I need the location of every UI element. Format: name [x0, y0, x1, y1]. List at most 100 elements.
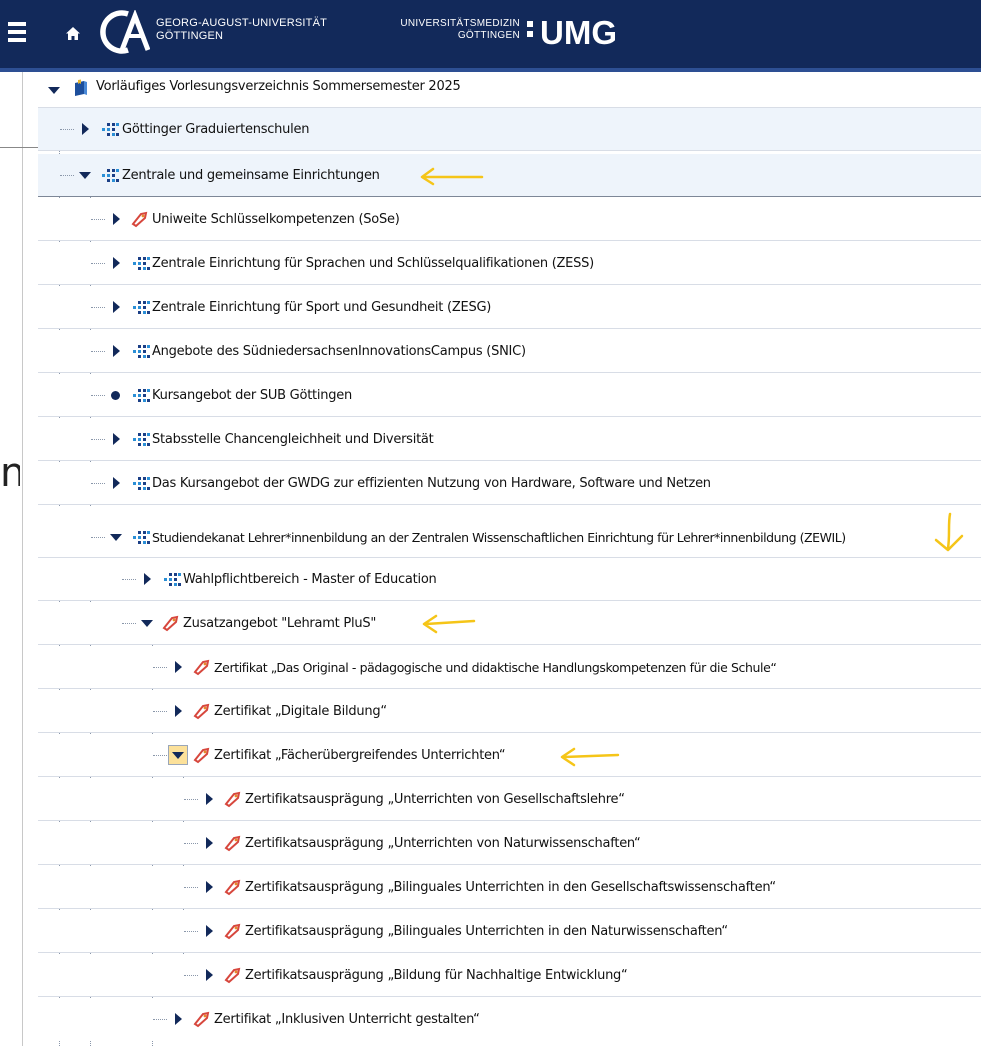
hamburger-menu-icon[interactable]	[8, 22, 26, 44]
tree-node-label[interactable]: Angebote des SüdniedersachsenInnovations…	[152, 330, 526, 373]
chevron-right-icon[interactable]	[106, 297, 126, 317]
tree-guide-line	[153, 667, 167, 668]
tree-row[interactable]: Zentrale Einrichtung für Sport und Gesun…	[38, 286, 981, 329]
home-icon[interactable]	[64, 25, 82, 43]
tree-row[interactable]: Zertifikat „Inklusiven Unterricht gestal…	[38, 998, 981, 1041]
tree-row[interactable]: Zertifikatsausprägung „Bildung für Nachh…	[38, 954, 981, 997]
tree-node-label[interactable]: Zertifikatsausprägung „Bilinguales Unter…	[245, 866, 776, 909]
chevron-down-icon[interactable]	[44, 80, 64, 100]
chevron-down-icon[interactable]	[137, 613, 157, 633]
tree-guide-line	[91, 307, 105, 308]
tree-node-label[interactable]: Vorläufiges Vorlesungsverzeichnis Sommer…	[96, 72, 461, 108]
tree-row[interactable]: Zertifikatsausprägung „Bilinguales Unter…	[38, 910, 981, 953]
institution-dots-icon	[164, 573, 181, 586]
tree-node-label[interactable]: Das Kursangebot der GWDG zur effizienten…	[152, 462, 711, 505]
tree-row[interactable]: Angebote des SüdniedersachsenInnovations…	[38, 330, 981, 373]
tree-node-label[interactable]: Zertifikat „Fächerübergreifendes Unterri…	[214, 734, 506, 777]
chevron-right-icon[interactable]	[168, 657, 188, 677]
course-catalog-tree: Vorläufiges Vorlesungsverzeichnis Sommer…	[38, 72, 981, 1046]
tree-guide-line	[184, 843, 198, 844]
tree-guide-line	[153, 711, 167, 712]
chevron-right-icon[interactable]	[168, 1009, 188, 1029]
tree-row[interactable]: Das Kursangebot der GWDG zur effizienten…	[38, 462, 981, 505]
tree-node-label[interactable]: Zertifikatsausprägung „Bilinguales Unter…	[245, 910, 728, 953]
umg-logo-dots-icon	[527, 21, 537, 47]
institution-dots-icon	[133, 531, 150, 544]
tree-row[interactable]: Zentrale Einrichtung für Sprachen und Sc…	[38, 242, 981, 285]
tree-row[interactable]: Wahlpflichtbereich - Master of Education	[38, 558, 981, 601]
tree-row[interactable]: Studiendekanat Lehrer*innenbildung an de…	[38, 506, 981, 558]
chevron-right-icon[interactable]	[106, 253, 126, 273]
tree-guide-line	[91, 219, 105, 220]
tree-node-label[interactable]: Wahlpflichtbereich - Master of Education	[183, 558, 437, 601]
university-logo-icon[interactable]	[98, 10, 150, 54]
tree-row[interactable]: Zertifikatsausprägung „Unterrichten von …	[38, 822, 981, 865]
chevron-down-icon[interactable]	[168, 745, 188, 765]
umg-logo[interactable]: UMG	[540, 14, 617, 52]
tree-row[interactable]: Zentrale und gemeinsame Einrichtungen	[38, 154, 981, 197]
tree-node-label[interactable]: Zertifikat „Digitale Bildung“	[214, 690, 387, 733]
tree-row[interactable]: Zertifikatsausprägung „Unterrichten von …	[38, 778, 981, 821]
tree-node-label[interactable]: Zusatzangebot "Lehramt PluS"	[183, 602, 376, 645]
tree-node-label[interactable]: Zentrale und gemeinsame Einrichtungen	[122, 154, 380, 197]
tree-row-selected[interactable]: Zertifikat „Fächerübergreifendes Unterri…	[38, 734, 981, 777]
tree-row[interactable]: Zertifikat „Das Original - pädagogische …	[38, 646, 981, 689]
chevron-right-icon[interactable]	[106, 473, 126, 493]
university-name-line1: GEORG-AUGUST-UNIVERSITÄT	[156, 17, 328, 29]
tree-node-label[interactable]: Stabsstelle Chancengleichheit und Divers…	[152, 418, 434, 461]
tree-node-label[interactable]: Zentrale Einrichtung für Sport und Gesun…	[152, 286, 491, 329]
tree-node-label[interactable]: Uniweite Schlüsselkompetenzen (SoSe)	[152, 198, 400, 241]
tree-guide-line	[153, 755, 167, 756]
module-tag-icon	[131, 211, 148, 228]
umg-name-line2: GÖTTINGEN	[457, 30, 520, 41]
annotation-arrow-icon	[560, 747, 620, 767]
tree-node-label[interactable]: Kursangebot der SUB Göttingen	[152, 374, 352, 417]
chevron-right-icon[interactable]	[199, 921, 219, 941]
chevron-right-icon[interactable]	[75, 119, 95, 139]
chevron-right-icon[interactable]	[199, 833, 219, 853]
tree-guide-line	[184, 887, 198, 888]
tree-node-label[interactable]: Zertifikatsausprägung „Unterrichten von …	[245, 822, 641, 865]
tree-node-label[interactable]: Zentrale Einrichtung für Sprachen und Sc…	[152, 242, 594, 285]
background-rule	[0, 147, 38, 148]
module-tag-icon	[224, 879, 241, 896]
chevron-right-icon[interactable]	[199, 789, 219, 809]
tree-node-label[interactable]: Zertifikat „Inklusiven Unterricht gestal…	[214, 998, 480, 1041]
tree-guide-line	[184, 931, 198, 932]
chevron-down-icon[interactable]	[75, 165, 95, 185]
tree-node-label[interactable]: Zertifikat „Das Original - pädagogische …	[214, 646, 777, 689]
institution-dots-icon	[133, 433, 150, 446]
chevron-right-icon[interactable]	[168, 701, 188, 721]
chevron-down-icon[interactable]	[106, 527, 126, 547]
tree-node-label[interactable]: Studiendekanat Lehrer*innenbildung an de…	[152, 516, 846, 559]
chevron-right-icon[interactable]	[106, 209, 126, 229]
tree-node-label[interactable]: Zertifikatsausprägung „Unterrichten von …	[245, 778, 625, 821]
tree-root-row[interactable]: Vorläufiges Vorlesungsverzeichnis Sommer…	[38, 72, 981, 108]
module-tag-icon	[193, 659, 210, 676]
chevron-right-icon[interactable]	[199, 877, 219, 897]
university-name-line2: GÖTTINGEN	[156, 30, 224, 42]
tree-row[interactable]: Stabsstelle Chancengleichheit und Divers…	[38, 418, 981, 461]
tree-row[interactable]: Zertifikatsausprägung „Bilinguales Unter…	[38, 866, 981, 909]
tree-guide-line	[184, 975, 198, 976]
chevron-right-icon[interactable]	[106, 429, 126, 449]
tree-row[interactable]: Zertifikat „Digitale Bildung“	[38, 690, 981, 733]
tree-row[interactable]: Kursangebot der SUB Göttingen	[38, 374, 981, 417]
tree-row[interactable]: Uniweite Schlüsselkompetenzen (SoSe)	[38, 198, 981, 241]
tree-row[interactable]: Zusatzangebot "Lehramt PluS"	[38, 602, 981, 645]
chevron-right-icon[interactable]	[137, 569, 157, 589]
chevron-right-icon[interactable]	[106, 341, 126, 361]
annotation-arrow-icon	[420, 167, 484, 186]
module-tag-icon	[224, 835, 241, 852]
chevron-right-icon[interactable]	[199, 965, 219, 985]
umg-name-line1: UNIVERSITÄTSMEDIZIN	[400, 18, 520, 29]
background-divider	[22, 72, 23, 1046]
institution-dots-icon	[133, 345, 150, 358]
institution-dots-icon	[133, 477, 150, 490]
tree-row[interactable]: Göttinger Graduiertenschulen	[38, 108, 981, 151]
tree-node-label[interactable]: Zertifikatsausprägung „Bildung für Nachh…	[245, 954, 628, 997]
tree-guide-line	[60, 129, 74, 130]
tree-guide-line	[122, 579, 136, 580]
tree-node-label[interactable]: Göttinger Graduiertenschulen	[122, 108, 309, 151]
module-tag-icon	[224, 923, 241, 940]
